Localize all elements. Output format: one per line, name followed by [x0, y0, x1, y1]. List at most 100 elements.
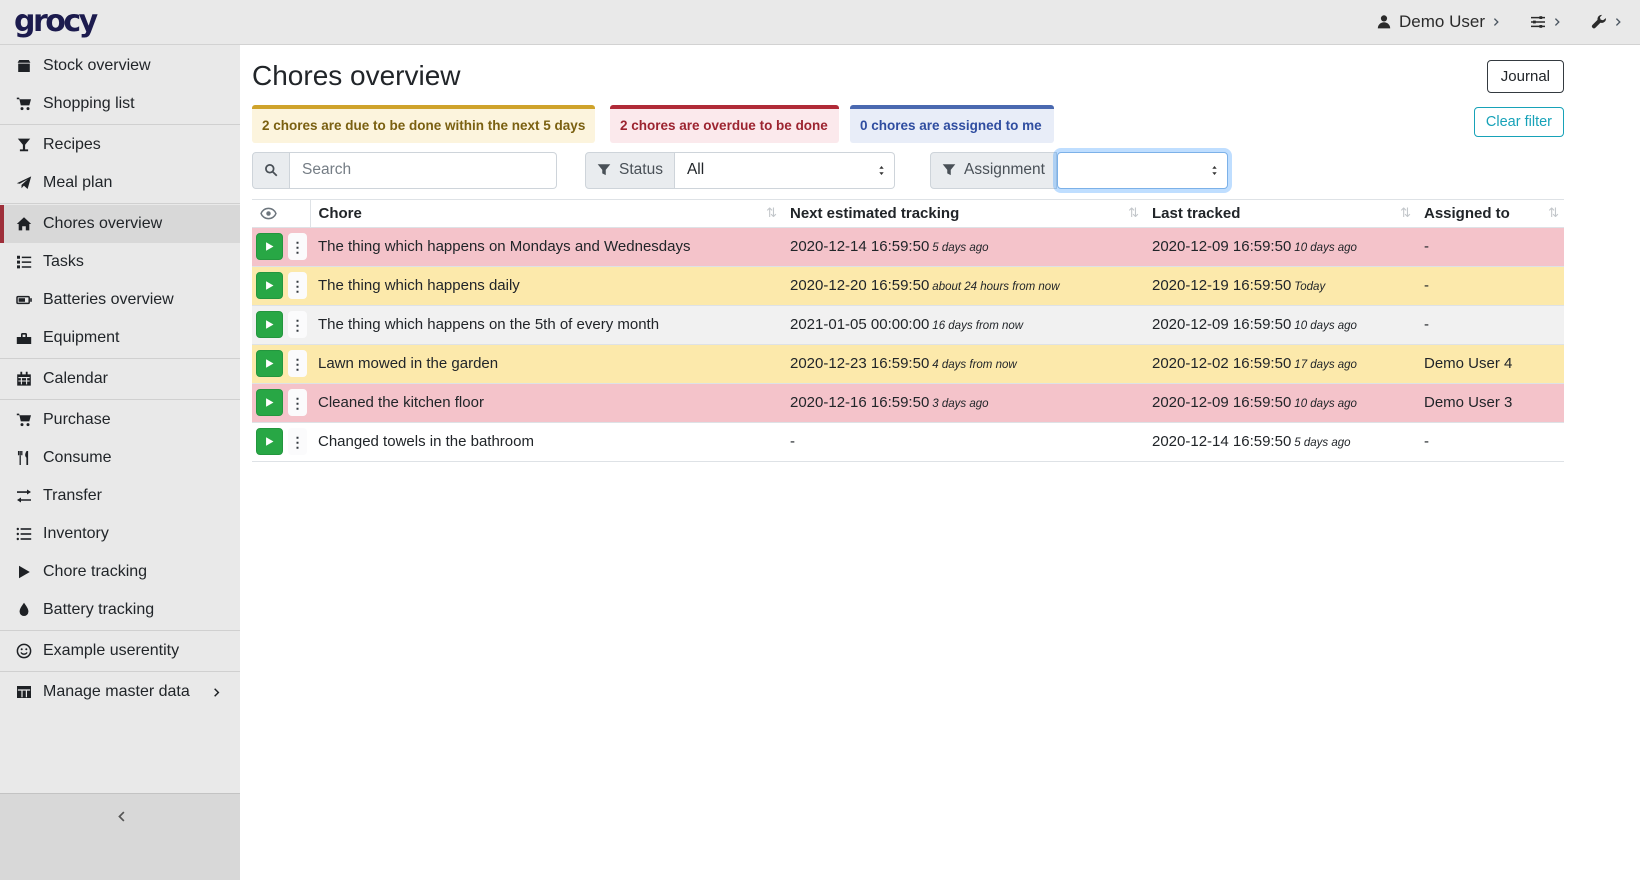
next-tracking-date: 2020-12-16 16:59:50 — [790, 394, 929, 411]
next-tracking-date: 2021-01-05 00:00:00 — [790, 316, 929, 333]
assignment-select[interactable] — [1057, 152, 1228, 189]
sidebar-item-transfer[interactable]: Transfer — [0, 477, 240, 515]
sidebar-item-consume[interactable]: Consume — [0, 439, 240, 477]
page-title: Chores overview — [252, 59, 461, 93]
last-tracked-cell: 2020-12-02 16:59:5017 days ago — [1144, 344, 1416, 383]
table-icon — [13, 684, 34, 700]
next-tracking-relative: 16 days from now — [932, 320, 1023, 332]
status-select[interactable]: All — [675, 152, 895, 189]
next-tracking-relative: 5 days ago — [932, 242, 988, 254]
search-prepend — [252, 152, 290, 189]
chore-name: The thing which happens on Mondays and W… — [310, 227, 782, 266]
track-execution-button[interactable] — [256, 272, 283, 299]
sidebar-item-chore-tracking[interactable]: Chore tracking — [0, 553, 240, 591]
cart-icon — [13, 96, 34, 112]
utensils-icon — [13, 450, 34, 466]
overdue-banner[interactable]: 2 chores are overdue to be done — [610, 105, 839, 143]
column-header-chore[interactable]: Chore⇅ — [310, 199, 782, 227]
sidebar-item-label: Shopping list — [43, 95, 135, 113]
sidebar-item-batteries-overview[interactable]: Batteries overview — [0, 281, 240, 319]
sidebar-item-inventory[interactable]: Inventory — [0, 515, 240, 553]
journal-button[interactable]: Journal — [1487, 60, 1564, 93]
next-tracking-cell: 2020-12-14 16:59:505 days ago — [782, 227, 1144, 266]
column-visibility-header[interactable] — [252, 199, 310, 227]
sidebar-item-battery-tracking[interactable]: Battery tracking — [0, 591, 240, 629]
track-execution-button[interactable] — [256, 389, 283, 416]
track-execution-button[interactable] — [256, 428, 283, 455]
assigned-to-me-banner[interactable]: 0 chores are assigned to me — [850, 105, 1054, 143]
caret-up-down-icon — [1209, 165, 1220, 176]
sidebar-divider — [0, 358, 240, 359]
track-execution-button[interactable] — [256, 350, 283, 377]
sidebar-item-stock-overview[interactable]: Stock overview — [0, 47, 240, 85]
sidebar-item-chores-overview[interactable]: Chores overview — [0, 205, 240, 243]
next-tracking-date: 2020-12-23 16:59:50 — [790, 355, 929, 372]
sidebar-divider — [0, 124, 240, 125]
home-icon — [13, 216, 34, 232]
last-tracked-date: 2020-12-14 16:59:50 — [1152, 433, 1291, 450]
sidebar-item-shopping-list[interactable]: Shopping list — [0, 85, 240, 123]
row-menu-button[interactable]: ⋮ — [288, 233, 307, 260]
next-tracking-cell: 2021-01-05 00:00:0016 days from now — [782, 305, 1144, 344]
row-menu-button[interactable]: ⋮ — [288, 272, 307, 299]
sidebar-item-purchase[interactable]: Purchase — [0, 401, 240, 439]
row-menu-button[interactable]: ⋮ — [288, 311, 307, 338]
sidebar-item-manage-master-data[interactable]: Manage master data — [0, 673, 240, 711]
row-menu-button[interactable]: ⋮ — [288, 389, 307, 416]
box-icon — [13, 58, 34, 74]
column-header-next-estimated-tracking[interactable]: Next estimated tracking ⇅ — [782, 199, 1144, 227]
user-menu[interactable]: Demo User — [1376, 12, 1502, 32]
table-row: ⋮ Cleaned the kitchen floor 2020-12-16 1… — [252, 383, 1564, 422]
tint-icon — [13, 602, 34, 618]
sidebar-item-label: Inventory — [43, 525, 109, 543]
last-tracked-relative: 17 days ago — [1294, 359, 1357, 371]
clear-filter-button[interactable]: Clear filter — [1474, 107, 1564, 137]
chevron-right-icon — [1614, 17, 1624, 27]
track-execution-button[interactable] — [256, 311, 283, 338]
last-tracked-relative: 10 days ago — [1294, 320, 1357, 332]
sidebar-item-recipes[interactable]: Recipes — [0, 126, 240, 164]
last-tracked-date: 2020-12-09 16:59:50 — [1152, 316, 1291, 333]
track-execution-button[interactable] — [256, 233, 283, 260]
cart-icon — [13, 412, 34, 428]
user-icon — [1376, 14, 1392, 30]
column-header-last-tracked[interactable]: Last tracked⇅ — [1144, 199, 1416, 227]
admin-menu[interactable] — [1591, 14, 1624, 30]
sidebar-item-meal-plan[interactable]: Meal plan — [0, 164, 240, 202]
status-selected-value: All — [687, 161, 704, 179]
sidebar-item-tasks[interactable]: Tasks — [0, 243, 240, 281]
row-menu-button[interactable]: ⋮ — [288, 350, 307, 377]
list-icon — [13, 526, 34, 542]
column-header-label: Next estimated tracking — [790, 205, 959, 222]
column-header-assigned-to[interactable]: Assigned to⇅ — [1416, 199, 1564, 227]
search-input[interactable] — [290, 152, 557, 189]
sidebar-divider — [0, 203, 240, 204]
sidebar-collapse-button[interactable] — [0, 793, 240, 880]
last-tracked-relative: 10 days ago — [1294, 242, 1357, 254]
app-logo[interactable]: grocy — [14, 7, 96, 37]
user-name: Demo User — [1399, 12, 1485, 32]
last-tracked-cell: 2020-12-19 16:59:50Today — [1144, 266, 1416, 305]
last-tracked-relative: Today — [1294, 281, 1325, 293]
chore-name: Lawn mowed in the garden — [310, 344, 782, 383]
search-icon — [264, 163, 278, 177]
filter-icon — [597, 163, 611, 177]
settings-menu[interactable] — [1530, 14, 1563, 30]
navbar-right: Demo User — [1376, 12, 1624, 32]
sidebar-item-label: Recipes — [43, 136, 101, 154]
last-tracked-date: 2020-12-09 16:59:50 — [1152, 394, 1291, 411]
row-menu-button[interactable]: ⋮ — [288, 428, 307, 455]
next-tracking-cell: 2020-12-16 16:59:503 days ago — [782, 383, 1144, 422]
sidebar-item-calendar[interactable]: Calendar — [0, 360, 240, 398]
chevron-right-icon — [207, 687, 228, 698]
sort-icon: ⇅ — [1128, 205, 1139, 221]
next-tracking-relative: 3 days ago — [932, 398, 988, 410]
sidebar-item-label: Calendar — [43, 370, 108, 388]
due-soon-banner[interactable]: 2 chores are due to be done within the n… — [252, 105, 595, 143]
cocktail-icon — [13, 137, 34, 153]
chores-table: Chore⇅ Next estimated tracking ⇅ Last tra… — [252, 199, 1564, 462]
sidebar-item-label: Equipment — [43, 329, 120, 347]
sidebar-item-equipment[interactable]: Equipment — [0, 319, 240, 357]
table-row: ⋮ The thing which happens on Mondays and… — [252, 227, 1564, 266]
sidebar-item-example-userentity[interactable]: Example userentity — [0, 632, 240, 670]
